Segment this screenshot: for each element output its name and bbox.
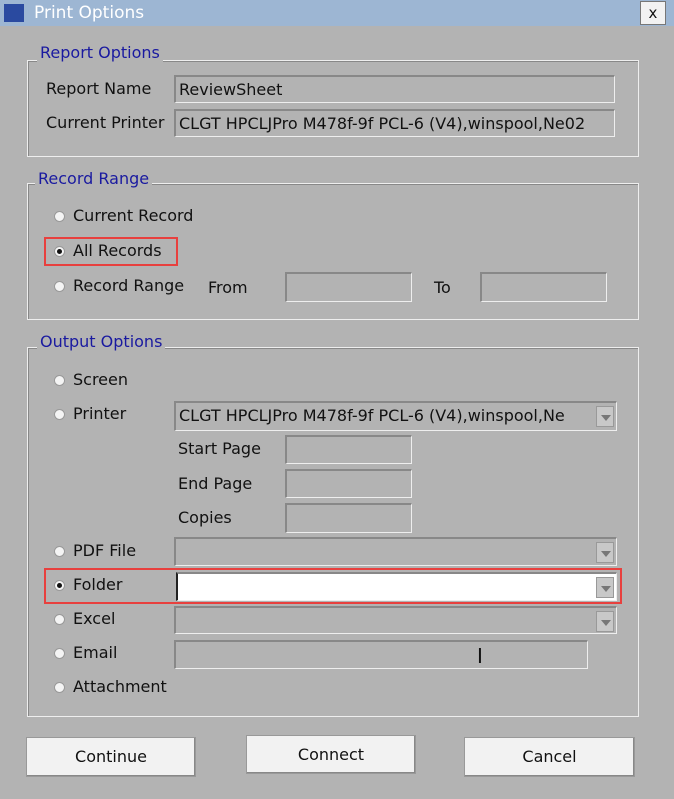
to-field[interactable] [480,272,607,302]
all-records-radio[interactable] [54,246,65,257]
chevron-down-icon[interactable] [596,406,614,427]
chevron-down-icon[interactable] [596,542,614,563]
email-label[interactable]: Email [73,643,117,662]
screen-radio[interactable] [54,375,65,386]
text-cursor-icon: I [477,644,483,668]
record-range-radio[interactable] [54,281,65,292]
attachment-label[interactable]: Attachment [73,677,167,696]
app-icon [4,4,24,22]
current-printer-label: Current Printer [46,113,165,132]
start-page-field[interactable] [285,435,412,464]
attachment-radio[interactable] [54,682,65,693]
close-button[interactable]: x [640,1,666,25]
all-records-label[interactable]: All Records [73,241,162,260]
to-label: To [434,278,451,297]
pdf-file-combo[interactable] [174,537,617,566]
current-record-label[interactable]: Current Record [73,206,193,225]
current-record-radio[interactable] [54,211,65,222]
pdf-file-radio[interactable] [54,546,65,557]
email-field[interactable] [174,640,588,669]
connect-button[interactable]: Connect [246,735,416,774]
printer-combo-value: CLGT HPCLJPro M478f-9f PCL-6 (V4),winspo… [179,406,565,425]
record-range-legend: Record Range [35,169,153,188]
folder-combo[interactable] [176,572,617,601]
start-page-label: Start Page [178,439,261,458]
folder-radio[interactable] [54,580,65,591]
record-range-label[interactable]: Record Range [73,276,184,295]
pdf-file-label[interactable]: PDF File [73,541,136,560]
window-title: Print Options [34,3,145,23]
chevron-down-icon[interactable] [596,611,614,632]
email-radio[interactable] [54,648,65,659]
cancel-button[interactable]: Cancel [464,737,635,777]
end-page-field[interactable] [285,469,412,498]
output-options-legend: Output Options [37,332,166,351]
printer-combo[interactable]: CLGT HPCLJPro M478f-9f PCL-6 (V4),winspo… [174,401,617,431]
continue-button[interactable]: Continue [26,737,196,777]
screen-label[interactable]: Screen [73,370,128,389]
from-label: From [208,278,248,297]
chevron-down-icon[interactable] [596,577,614,598]
copies-label: Copies [178,508,232,527]
current-printer-field[interactable]: CLGT HPCLJPro M478f-9f PCL-6 (V4),winspo… [174,109,615,137]
report-options-legend: Report Options [37,43,163,62]
report-name-label: Report Name [46,79,152,98]
end-page-label: End Page [178,474,253,493]
excel-radio[interactable] [54,614,65,625]
excel-combo[interactable] [174,606,617,634]
report-name-field[interactable]: ReviewSheet [174,75,615,103]
excel-label[interactable]: Excel [73,609,115,628]
copies-field[interactable] [285,503,412,533]
printer-radio[interactable] [54,409,65,420]
folder-label[interactable]: Folder [73,575,122,594]
from-field[interactable] [285,272,412,302]
printer-label[interactable]: Printer [73,404,126,423]
